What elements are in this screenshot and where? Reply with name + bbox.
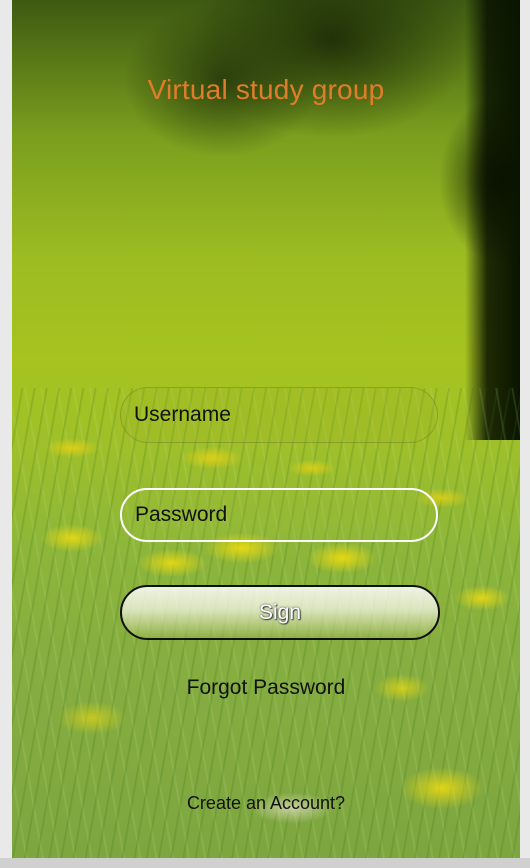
create-account-link[interactable]: Create an Account? xyxy=(12,793,520,814)
background-tree-shadow xyxy=(465,0,520,440)
app-title: Virtual study group xyxy=(147,74,385,105)
bottom-bar xyxy=(0,858,530,868)
password-input[interactable] xyxy=(135,503,436,527)
username-input[interactable] xyxy=(134,403,437,427)
username-field[interactable] xyxy=(120,387,438,443)
device-frame: Virtual study group Sign Forgot Password… xyxy=(0,0,530,868)
forgot-password-link[interactable]: Forgot Password xyxy=(12,676,520,700)
login-screen: Virtual study group Sign Forgot Password… xyxy=(12,0,520,858)
password-field[interactable] xyxy=(120,488,438,542)
sign-button-label: Sign xyxy=(258,600,302,624)
sign-button[interactable]: Sign xyxy=(120,585,440,640)
